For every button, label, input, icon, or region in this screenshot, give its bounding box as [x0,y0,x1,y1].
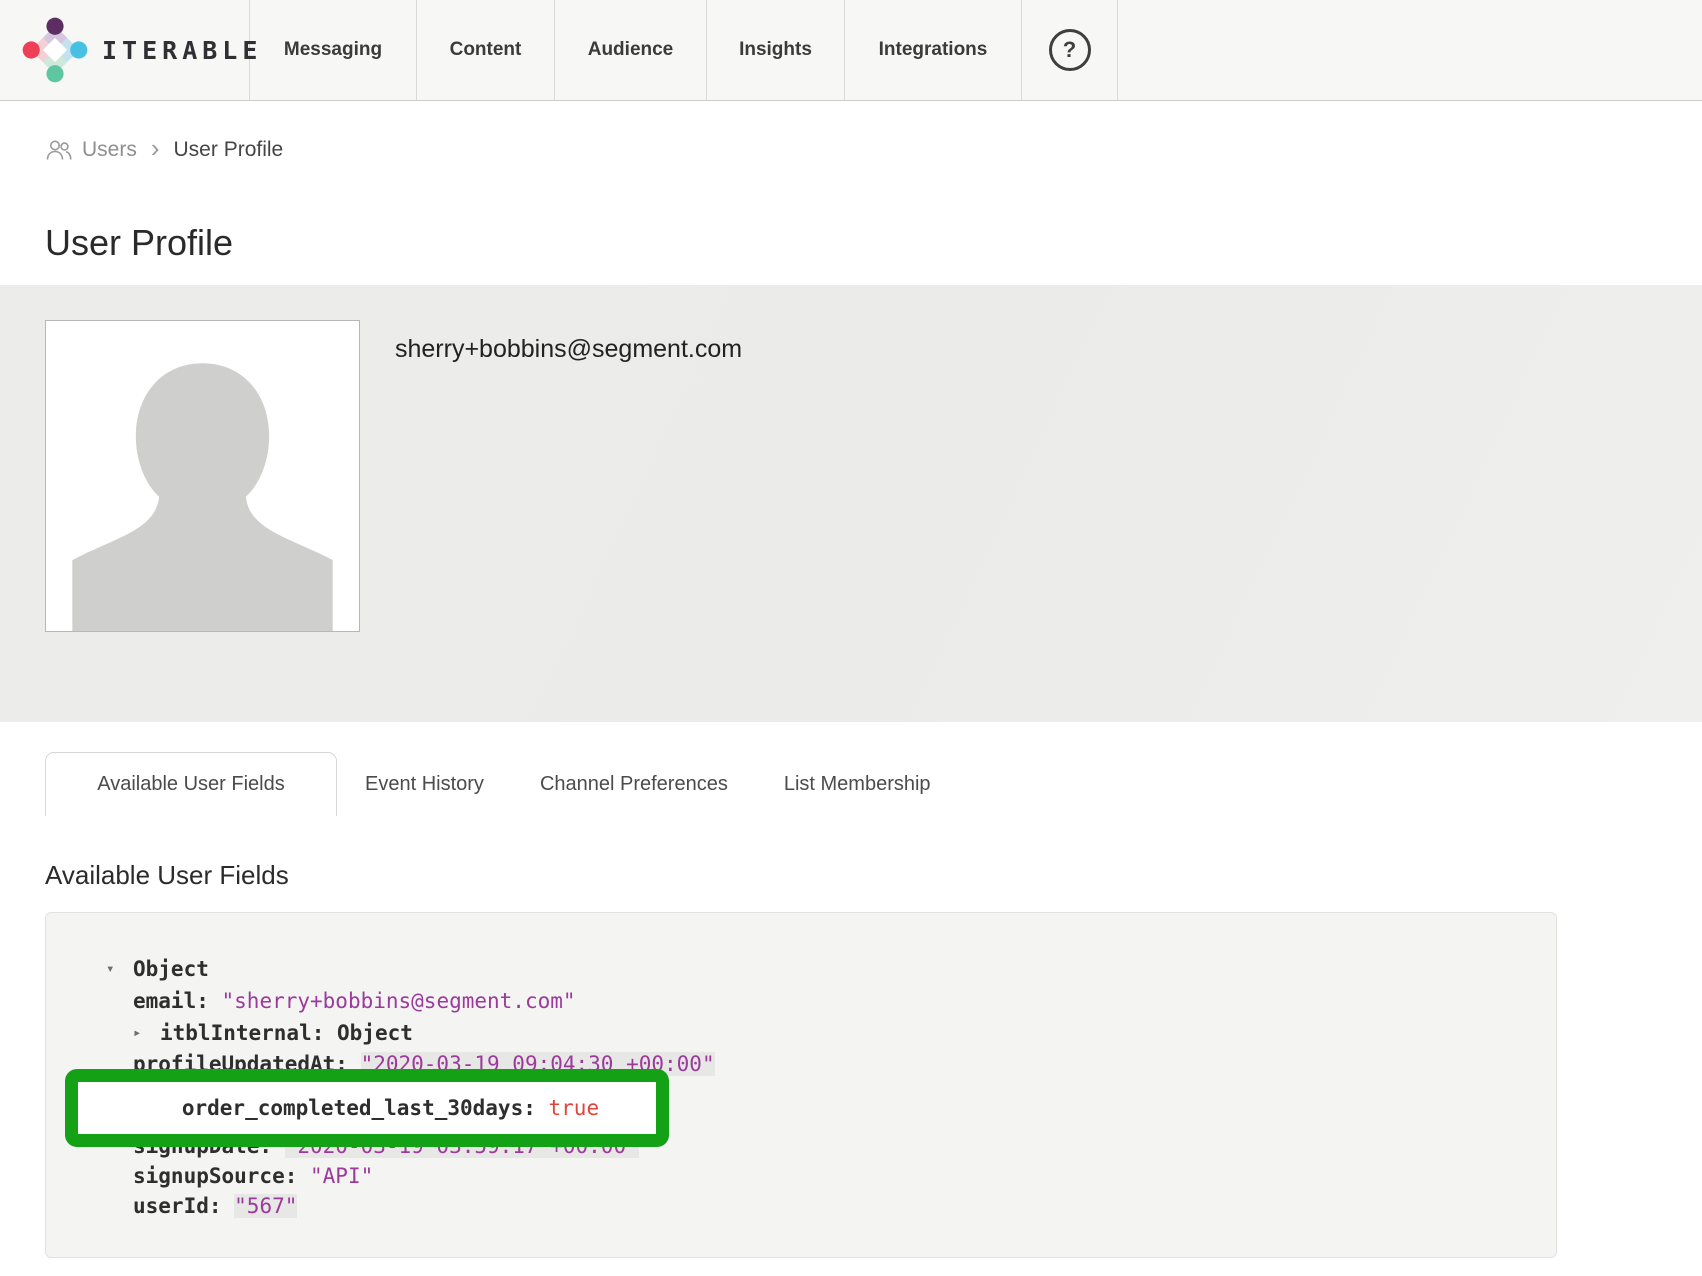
tab-available-user-fields[interactable]: Available User Fields [45,752,337,816]
breadcrumb-users-link[interactable]: Users [45,138,137,162]
nav-item-audience[interactable]: Audience [555,0,707,100]
breadcrumb: Users › User Profile [45,132,283,168]
profile-email: sherry+bobbins@segment.com [395,335,742,364]
collapse-triangle-icon[interactable]: ▾ [106,961,133,977]
field-row-signupsource: signupSource: "API" [106,1160,373,1191]
field-key: email: [133,989,222,1013]
section-heading: Available User Fields [45,860,289,891]
tab-list-membership[interactable]: List Membership [756,752,959,816]
brand-wordmark: ITERABLE [102,36,262,65]
nav-item-integrations[interactable]: Integrations [845,0,1022,100]
help-icon[interactable]: ? [1049,29,1091,71]
green-highlight-annotation: order_completed_last_30days: true [65,1069,669,1147]
users-icon [45,139,73,161]
brand-logo[interactable]: ITERABLE [0,0,250,100]
avatar-silhouette-icon [46,323,359,632]
field-value: "567" [234,1194,297,1218]
page-title: User Profile [45,222,233,264]
field-key: userId: [133,1194,234,1218]
iterable-logo-icon [22,17,88,83]
tab-event-history[interactable]: Event History [337,752,512,816]
field-value: "API" [310,1164,373,1188]
nav-item-content[interactable]: Content [417,0,555,100]
chevron-right-icon: › [151,135,160,161]
field-row-email: email: "sherry+bobbins@segment.com" [106,985,576,1016]
field-key: signupSource: [133,1164,310,1188]
object-root-label: Object [133,957,209,981]
annotated-field-value: true [549,1096,600,1120]
nav-item-insights[interactable]: Insights [707,0,845,100]
field-value: "sherry+bobbins@segment.com" [222,989,576,1013]
field-key: itblInternal: [160,1021,337,1045]
profile-hero: sherry+bobbins@segment.com [0,285,1702,722]
help-menu[interactable]: ? [1022,0,1118,100]
annotated-field-key: order_completed_last_30days: [182,1096,549,1120]
field-row-userid: userId: "567" [106,1190,297,1221]
tab-channel-preferences[interactable]: Channel Preferences [512,752,756,816]
breadcrumb-users-label: Users [82,138,137,162]
nav-item-messaging[interactable]: Messaging [250,0,417,100]
avatar [45,320,360,632]
expand-triangle-icon[interactable]: ▸ [133,1025,160,1041]
breadcrumb-current: User Profile [174,138,284,162]
user-fields-panel: ▾Object email: "sherry+bobbins@segment.c… [45,912,1557,1258]
profile-tabs: Available User Fields Event History Chan… [45,752,959,816]
top-nav: ITERABLE Messaging Content Audience Insi… [0,0,1702,101]
field-row-object-root: ▾Object [106,953,209,984]
field-row-itblinternal: ▸itblInternal: Object [106,1017,413,1048]
field-value: Object [337,1021,413,1045]
